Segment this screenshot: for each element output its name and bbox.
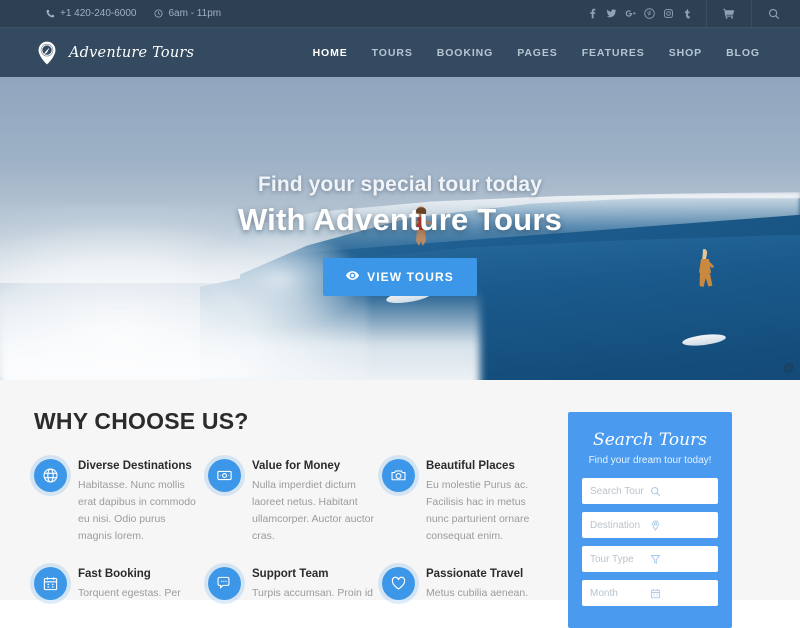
nav-item-pages[interactable]: PAGES <box>505 28 569 78</box>
filter-icon <box>650 554 710 565</box>
features-column: WHY CHOOSE US? Diverse Destinations Habi… <box>0 408 548 600</box>
feature-item: Support Team Turpis accumsan. Proin id <box>208 567 374 602</box>
watermark: @ <box>782 362 794 374</box>
features-grid: Diverse Destinations Habitasse. Nunc mol… <box>34 459 548 602</box>
feature-title: Fast Booking <box>78 568 151 580</box>
hero-subheading: Find your special tour today <box>257 173 542 196</box>
search-tour-placeholder: Search Tour <box>590 485 644 497</box>
nav-item-shop[interactable]: SHOP <box>657 28 714 78</box>
feature-body: Passionate Travel Metus cubilia aenean. <box>426 567 528 602</box>
view-tours-label: VIEW TOURS <box>367 270 454 284</box>
instagram-icon[interactable] <box>660 5 677 22</box>
feature-title: Passionate Travel <box>426 568 524 580</box>
feature-description: Eu molestie Purus ac. Facilisis hac in m… <box>426 479 530 542</box>
feature-item: Beautiful Places Eu molestie Purus ac. F… <box>382 459 548 545</box>
feature-body: Value for Money Nulla imperdiet dictum l… <box>252 459 374 545</box>
feature-body: Support Team Turpis accumsan. Proin id <box>252 567 373 602</box>
facebook-icon[interactable] <box>584 5 601 22</box>
chat-icon <box>208 567 241 600</box>
feature-title: Support Team <box>252 568 329 580</box>
feature-description: Habitasse. Nunc mollis erat dapibus in c… <box>78 479 196 542</box>
view-tours-button[interactable]: VIEW TOURS <box>323 258 477 296</box>
search-tour-input[interactable]: Search Tour <box>582 478 718 504</box>
search-icon[interactable] <box>762 0 786 27</box>
feature-title: Value for Money <box>252 460 341 472</box>
nav-item-features[interactable]: FEATURES <box>570 28 657 78</box>
main-nav: HOME TOURS BOOKING PAGES FEATURES SHOP B… <box>301 28 772 78</box>
top-bar-contact-group: +1 420-240-6000 6am - 11pm <box>46 8 221 19</box>
phone-icon <box>46 9 55 18</box>
site-header: Adventure Tours HOME TOURS BOOKING PAGES… <box>0 27 800 77</box>
twitter-icon[interactable] <box>603 5 620 22</box>
nav-item-blog[interactable]: BLOG <box>714 28 772 78</box>
logo[interactable]: Adventure Tours <box>34 40 194 66</box>
feature-item: Fast Booking Torquent egestas. Per <box>34 567 200 602</box>
hero-heading: With Adventure Tours <box>237 202 563 237</box>
destination-placeholder: Destination <box>590 519 641 531</box>
camera-icon <box>382 459 415 492</box>
search-icon <box>650 486 710 497</box>
tumblr-icon[interactable] <box>679 5 696 22</box>
feature-item: Diverse Destinations Habitasse. Nunc mol… <box>34 459 200 545</box>
feature-body: Fast Booking Torquent egestas. Per <box>78 567 181 602</box>
heart-icon <box>382 567 415 600</box>
eye-icon <box>346 269 360 285</box>
feature-title: Beautiful Places <box>426 460 515 472</box>
hours-item: 6am - 11pm <box>154 8 221 19</box>
pinterest-icon[interactable] <box>641 5 658 22</box>
month-input[interactable]: Month <box>582 580 718 606</box>
phone-number: +1 420-240-6000 <box>60 8 137 19</box>
calendar-icon <box>34 567 67 600</box>
nav-item-tours[interactable]: TOURS <box>360 28 425 78</box>
feature-description: Torquent egestas. Per <box>78 587 181 599</box>
top-bar: +1 420-240-6000 6am - 11pm <box>0 0 800 27</box>
phone-item[interactable]: +1 420-240-6000 <box>46 8 136 19</box>
feature-item: Value for Money Nulla imperdiet dictum l… <box>208 459 374 545</box>
clock-icon <box>154 9 163 18</box>
social-links <box>584 5 696 22</box>
money-icon <box>208 459 241 492</box>
divider <box>706 0 707 27</box>
top-bar-actions <box>584 0 786 27</box>
hero-content: Find your special tour today With Advent… <box>0 77 800 380</box>
nav-item-home[interactable]: HOME <box>301 28 360 78</box>
search-panel-subtitle: Find your dream tour today! <box>588 455 712 466</box>
globe-icon <box>34 459 67 492</box>
destination-input[interactable]: Destination <box>582 512 718 538</box>
calendar-icon <box>650 588 710 599</box>
divider <box>751 0 752 27</box>
map-marker-icon <box>650 519 710 531</box>
search-panel-title: Search Tours <box>593 430 707 450</box>
feature-item: Passionate Travel Metus cubilia aenean. <box>382 567 548 602</box>
feature-description: Turpis accumsan. Proin id <box>252 587 373 599</box>
nav-item-booking[interactable]: BOOKING <box>425 28 505 78</box>
compass-pin-icon <box>34 40 60 66</box>
google-plus-icon[interactable] <box>622 5 639 22</box>
search-tours-panel: Search Tours Find your dream tour today!… <box>568 412 732 628</box>
cart-icon[interactable] <box>717 0 741 27</box>
hours-text: 6am - 11pm <box>168 8 222 19</box>
hero-banner: Find your special tour today With Advent… <box>0 77 800 380</box>
month-placeholder: Month <box>590 587 618 599</box>
feature-description: Metus cubilia aenean. <box>426 587 529 599</box>
feature-body: Diverse Destinations Habitasse. Nunc mol… <box>78 459 200 545</box>
feature-title: Diverse Destinations <box>78 460 192 472</box>
tour-type-input[interactable]: Tour Type <box>582 546 718 572</box>
brand-name: Adventure Tours <box>69 44 195 61</box>
feature-body: Beautiful Places Eu molestie Purus ac. F… <box>426 459 548 545</box>
feature-description: Nulla imperdiet dictum laoreet netus. Ha… <box>252 479 374 542</box>
page-title: WHY CHOOSE US? <box>34 408 249 434</box>
tour-type-placeholder: Tour Type <box>590 553 634 565</box>
